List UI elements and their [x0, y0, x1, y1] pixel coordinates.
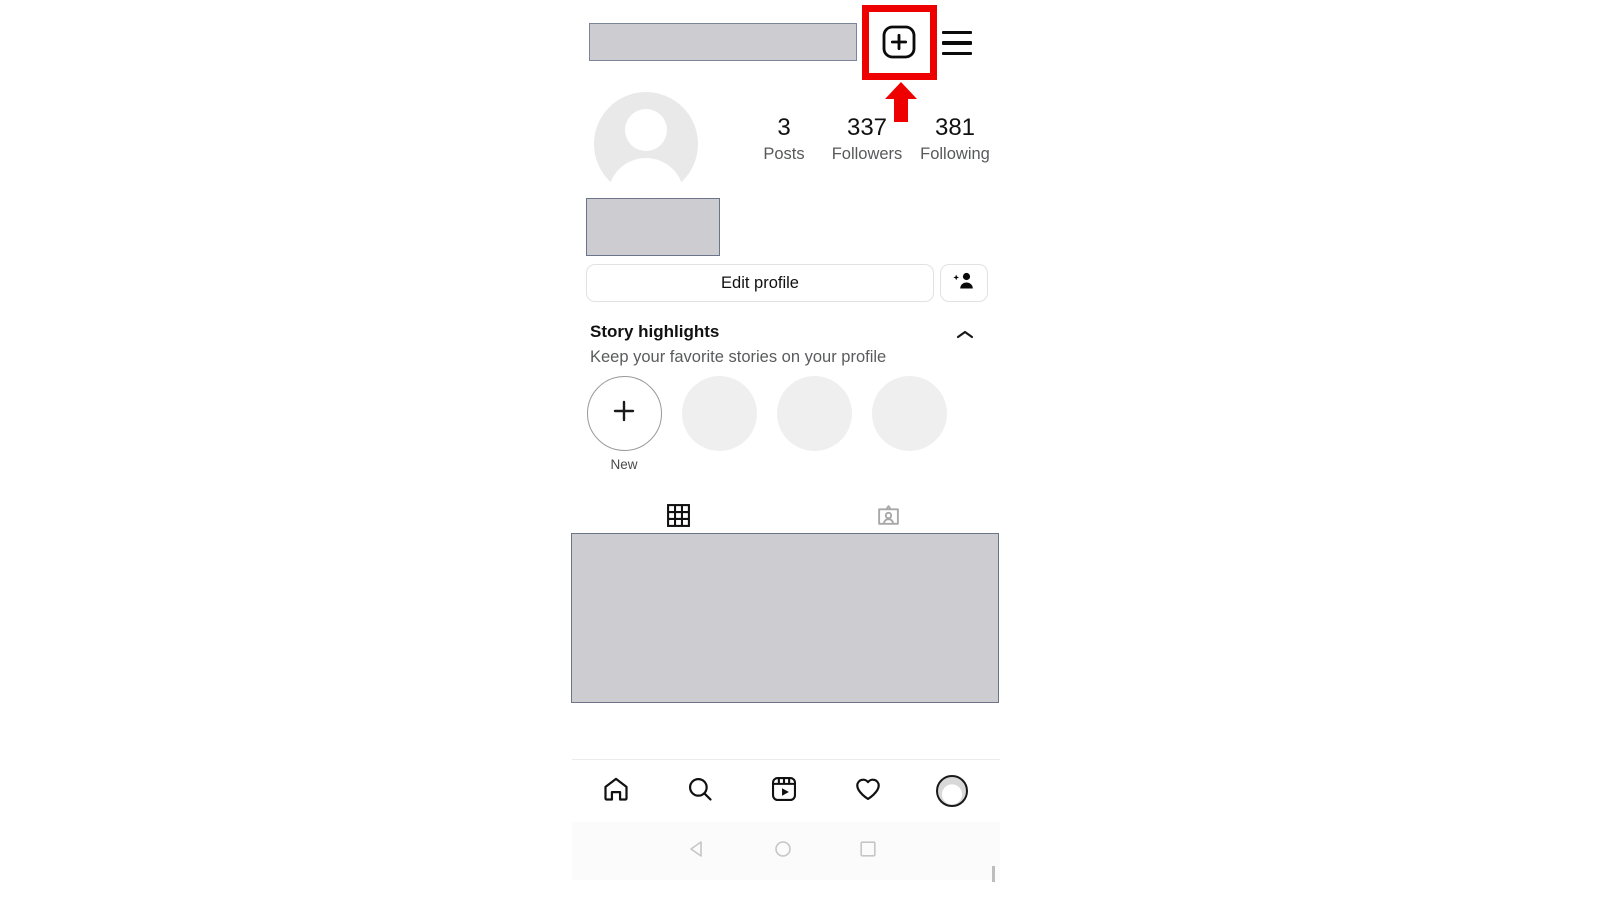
nav-reels[interactable] [752, 760, 816, 822]
highlight-placeholder[interactable] [869, 376, 949, 451]
tab-tagged[interactable] [843, 498, 933, 538]
profile-stats: 3 Posts 337 Followers 381 Following [722, 114, 992, 184]
stat-following-label: Following [920, 145, 990, 163]
reels-icon [770, 775, 798, 808]
plus-square-icon[interactable] [875, 18, 923, 66]
tagged-photos-icon [876, 503, 901, 533]
home-icon [602, 775, 630, 808]
search-icon [686, 775, 714, 808]
content-redaction-block [571, 533, 999, 703]
highlight-new[interactable]: New [584, 376, 664, 472]
story-highlights-section: Story highlights Keep your favorite stor… [572, 318, 1000, 478]
edit-profile-button[interactable]: Edit profile [586, 264, 934, 302]
heart-icon [854, 775, 882, 808]
highlight-new-circle [586, 376, 662, 451]
tab-grid[interactable] [633, 498, 723, 538]
system-back-button[interactable] [670, 822, 726, 880]
system-recents-button[interactable] [840, 822, 896, 880]
add-person-button[interactable] [940, 264, 988, 302]
story-highlights-subtitle: Keep your favorite stories on your profi… [590, 348, 887, 366]
top-bar [572, 0, 1000, 88]
profile-header: 3 Posts 337 Followers 381 Following [572, 88, 1000, 196]
stat-following-value: 381 [934, 114, 976, 141]
profile-avatar-icon [936, 775, 968, 807]
highlight-circle [871, 376, 947, 451]
home-circle-icon [773, 839, 793, 864]
back-triangle-icon [688, 839, 708, 864]
chevron-up-icon[interactable] [954, 326, 976, 344]
stat-followers-value: 337 [846, 114, 888, 141]
recents-square-icon [858, 839, 878, 864]
screen-edge-mark [992, 866, 995, 882]
default-avatar-icon[interactable] [594, 92, 698, 196]
grid-icon [666, 503, 691, 533]
highlight-placeholder[interactable] [679, 376, 759, 451]
plus-icon [609, 396, 639, 431]
bio-redaction-block [586, 198, 720, 256]
add-person-icon [952, 269, 976, 298]
system-home-button[interactable] [755, 822, 811, 880]
profile-actions: Edit profile [572, 264, 1000, 302]
phone-viewport: 3 Posts 337 Followers 381 Following Edit… [571, 0, 1000, 900]
highlight-placeholder[interactable] [774, 376, 854, 451]
highlight-new-label: New [610, 457, 638, 472]
highlight-circle [776, 376, 852, 451]
screenshot-root: 3 Posts 337 Followers 381 Following Edit… [0, 0, 1600, 900]
stat-followers-label: Followers [831, 145, 903, 163]
highlight-circle [681, 376, 757, 451]
nav-home[interactable] [584, 760, 648, 822]
stat-followers[interactable]: 337 Followers [817, 114, 917, 165]
nav-profile[interactable] [920, 760, 984, 822]
username-redaction-block [589, 23, 857, 61]
hamburger-icon[interactable] [942, 28, 976, 58]
story-highlights-title: Story highlights [590, 322, 720, 341]
story-highlights-row: New [572, 376, 1000, 476]
android-system-nav-bar [572, 822, 1000, 880]
stat-following[interactable]: 381 Following [905, 114, 1005, 165]
nav-search[interactable] [668, 760, 732, 822]
bottom-navigation-bar [572, 760, 1000, 822]
nav-activity[interactable] [836, 760, 900, 822]
